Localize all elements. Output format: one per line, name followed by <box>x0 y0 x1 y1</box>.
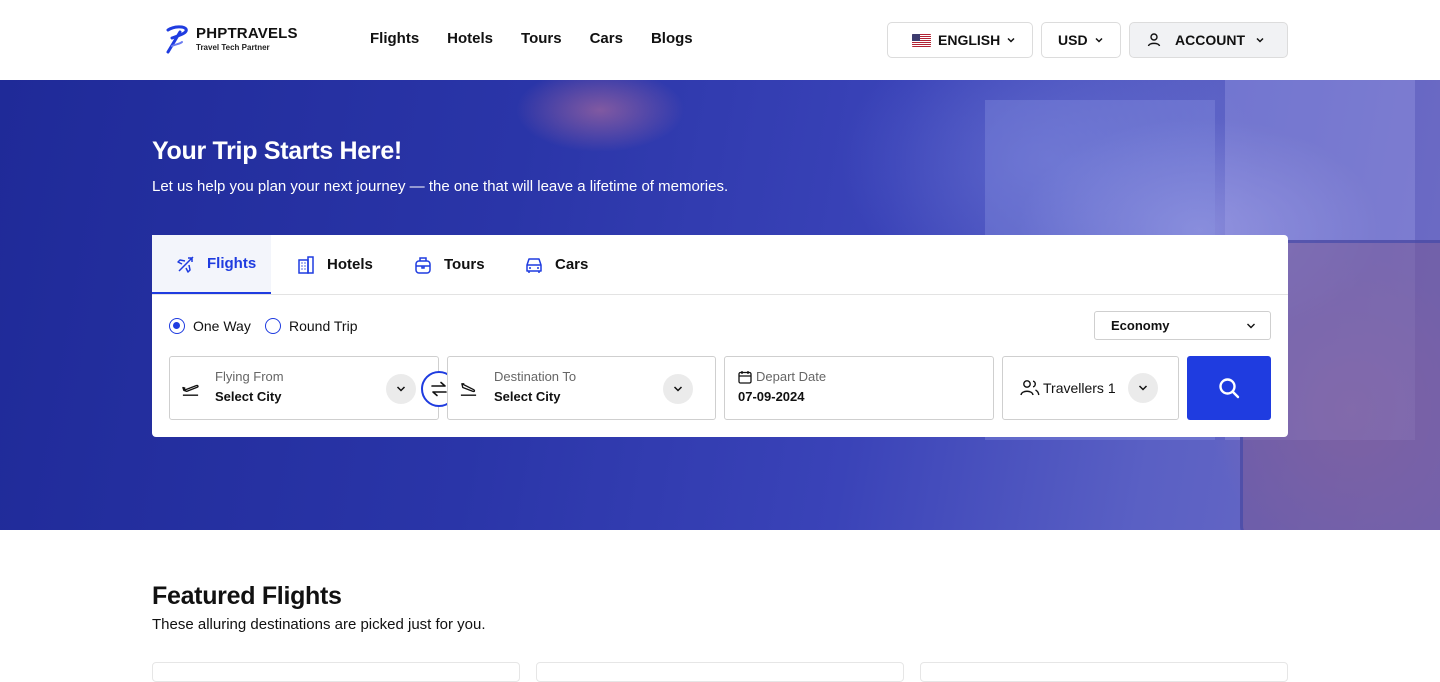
brand-logo[interactable]: PHPTRAVELS Travel Tech Partner <box>162 24 298 54</box>
currency-dropdown[interactable]: USD <box>1041 22 1121 58</box>
travellers-field[interactable]: Travellers 1 <box>1002 356 1179 420</box>
radio-unselected[interactable] <box>265 318 281 334</box>
language-label: ENGLISH <box>938 32 1001 48</box>
trip-type-label: One Way <box>193 318 251 334</box>
tab-label: Hotels <box>327 256 373 273</box>
swap-icon <box>431 381 447 397</box>
bag-icon <box>415 256 431 274</box>
plane-icon <box>177 255 194 273</box>
tab-label: Flights <box>207 255 257 272</box>
field-label: Depart Date <box>756 369 827 384</box>
trip-type-round-trip[interactable]: Round Trip <box>265 318 357 334</box>
featured-title: Featured Flights <box>152 582 342 610</box>
search-button[interactable] <box>1187 356 1271 420</box>
tab-tours[interactable]: Tours <box>413 235 485 294</box>
nav-flights[interactable]: Flights <box>370 30 419 47</box>
nav-hotels[interactable]: Hotels <box>447 30 493 47</box>
building-icon <box>298 255 314 274</box>
trip-type-label: Round Trip <box>289 318 358 334</box>
tab-flights[interactable]: Flights <box>152 235 271 294</box>
hero-subtitle: Let us help you plan your next journey —… <box>152 178 729 195</box>
brand-tagline: Travel Tech Partner <box>196 43 270 52</box>
tab-label: Cars <box>555 256 589 273</box>
logo-icon <box>166 25 188 54</box>
search-tabs: Flights Hotels Tours Cars <box>152 235 1288 295</box>
currency-label: USD <box>1058 32 1088 48</box>
hero-title: Your Trip Starts Here! <box>152 137 402 165</box>
cabin-class-select[interactable]: Economy <box>1094 311 1271 340</box>
brand-name: PHPTRAVELS <box>196 25 298 42</box>
language-dropdown[interactable]: ENGLISH <box>887 22 1033 58</box>
chevron-down-icon[interactable] <box>663 374 693 404</box>
field-label: Flying From <box>215 369 284 384</box>
featured-card[interactable] <box>152 662 520 682</box>
chevron-down-icon <box>1007 37 1015 43</box>
field-label: Destination To <box>494 369 577 384</box>
nav-tours[interactable]: Tours <box>521 30 562 47</box>
flying-from-field[interactable]: Flying From Select City <box>169 356 439 420</box>
field-value: 07-09-2024 <box>738 389 805 404</box>
destination-to-field[interactable]: Destination To Select City <box>447 356 716 420</box>
featured-subtitle: These alluring destinations are picked j… <box>152 616 486 633</box>
car-icon <box>526 257 542 273</box>
featured-card[interactable] <box>920 662 1288 682</box>
site-header: PHPTRAVELS Travel Tech Partner Flights H… <box>0 0 1440 80</box>
field-value: Select City <box>494 389 561 404</box>
takeoff-icon <box>182 384 199 396</box>
chevron-down-icon[interactable] <box>1128 373 1158 403</box>
chevron-down-icon[interactable] <box>386 374 416 404</box>
cabin-class-value: Economy <box>1111 318 1170 333</box>
nav-cars[interactable]: Cars <box>590 30 623 47</box>
field-value: Select City <box>215 389 282 404</box>
search-icon <box>1219 378 1240 399</box>
users-icon <box>1020 380 1040 396</box>
radio-selected[interactable] <box>169 318 185 334</box>
us-flag-icon <box>912 33 931 47</box>
account-dropdown[interactable]: ACCOUNT <box>1129 22 1288 58</box>
calendar-icon <box>738 371 752 384</box>
search-card: Flights Hotels Tours Cars One Way Round … <box>152 235 1288 437</box>
tab-cars[interactable]: Cars <box>524 235 588 294</box>
depart-date-field[interactable]: Depart Date 07-09-2024 <box>724 356 994 420</box>
account-label: ACCOUNT <box>1175 32 1245 48</box>
chevron-down-icon <box>1095 37 1103 43</box>
trip-type-one-way[interactable]: One Way <box>169 318 251 334</box>
travellers-value: Travellers 1 <box>1043 380 1116 396</box>
featured-card[interactable] <box>536 662 904 682</box>
tab-hotels[interactable]: Hotels <box>296 235 373 294</box>
landing-icon <box>460 383 477 396</box>
chevron-down-icon <box>1247 323 1255 329</box>
main-nav: Flights Hotels Tours Cars Blogs <box>370 30 693 47</box>
chevron-down-icon <box>1256 37 1264 43</box>
user-icon <box>1147 33 1161 47</box>
nav-blogs[interactable]: Blogs <box>651 30 693 47</box>
tab-label: Tours <box>444 256 485 273</box>
